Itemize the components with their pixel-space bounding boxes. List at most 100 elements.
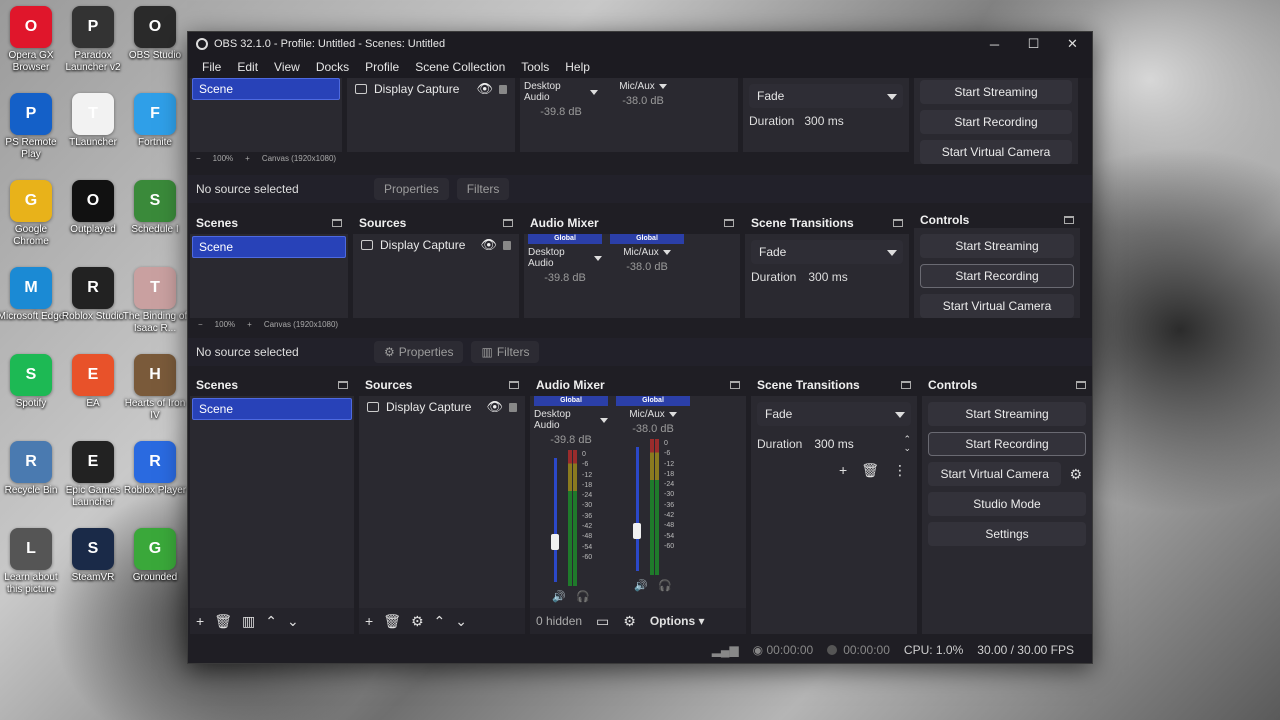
meter-tick-label: -48 [664,522,675,530]
desktop-shortcut[interactable]: E Epic Games Launcher [58,441,128,509]
menu-help[interactable]: Help [557,60,598,74]
desktop-shortcut[interactable]: O OBS Studio [120,6,190,62]
scene-filters-icon[interactable]: ▥ [242,613,255,630]
desktop-shortcut-label: Grounded [132,572,178,583]
desktop-shortcut[interactable]: G Grounded [120,528,190,584]
studio-mode-button[interactable]: Studio Mode [928,492,1086,516]
mixer-options-button[interactable]: Options ▾ [650,614,705,628]
desktop-shortcut[interactable]: R Roblox Studio [58,267,128,323]
duration-spinner[interactable]: ⌃ ⌄ [903,435,911,453]
desktop-shortcut[interactable]: R Roblox Player [120,441,190,497]
desktop-shortcut[interactable]: T The Binding of Isaac R... [120,267,190,335]
start-recording-button[interactable]: Start Recording [928,432,1086,456]
start-streaming-button[interactable]: Start Streaming [928,402,1086,426]
duration-input[interactable]: 300 ms [814,432,899,456]
filters-button[interactable]: ▥ Filters [471,341,540,363]
channel-name-dropdown[interactable]: Mic/Aux [629,409,677,420]
mixer-channel-desktop: Global Desktop Audio -39.8 dB 0 -6 -12 -18 -… [534,396,608,603]
menu-profile[interactable]: Profile [357,60,407,74]
transition-select[interactable]: Fade [757,402,911,426]
channel-name-dropdown[interactable]: Desktop Audio [534,409,608,431]
maximize-button[interactable]: ☐ [1014,32,1053,56]
global-badge: Global [534,396,608,406]
meter-tick-label: -48 [582,533,593,541]
start-virtual-camera-button[interactable]: Start Virtual Camera [928,462,1062,486]
dock-float-icon[interactable] [1076,381,1086,389]
menu-file[interactable]: File [194,60,229,74]
source-item[interactable]: Display Capture 👁 [359,396,525,418]
monitor-headphones-icon[interactable]: 🎧 [658,579,672,592]
speaker-icon[interactable]: 🔊 [634,579,648,592]
menu-bar: File Edit View Docks Profile Scene Colle… [188,56,1092,78]
menu-edit[interactable]: Edit [229,60,266,74]
more-options-icon[interactable]: ⋮ [893,462,907,479]
move-up-icon[interactable]: ⌃ [265,613,277,630]
desktop-shortcut[interactable]: M Microsoft Edge [0,267,66,323]
move-down-icon[interactable]: ⌄ [455,613,467,630]
desktop-shortcut[interactable]: S SteamVR [58,528,128,584]
virtual-camera-settings-icon[interactable]: ⚙ [1069,466,1082,483]
desktop-shortcut[interactable]: R Recycle Bin [0,441,66,497]
add-transition-icon[interactable]: + [839,462,847,479]
meter-ticks: 0 -6 -12 -18 -24 -30 -36 -42 -48 -54 -60 [664,439,674,552]
settings-button[interactable]: Settings [928,522,1086,546]
volume-knob[interactable] [551,534,559,550]
global-badge: Global [616,396,690,406]
advanced-audio-icon[interactable]: ⚙ [623,613,636,630]
volume-slider[interactable] [636,447,639,571]
menu-view[interactable]: View [266,60,308,74]
desktop-shortcut-label: SteamVR [71,572,115,583]
layout-icon[interactable]: ▭ [596,613,609,630]
desktop-shortcut[interactable]: T TLauncher [58,93,128,149]
minimize-button[interactable]: ─ [975,32,1014,56]
desktop-shortcut[interactable]: F Fortnite [120,93,190,149]
remove-transition-icon[interactable]: 🗑 [861,462,879,479]
desktop-shortcut[interactable]: S Spotify [0,354,66,410]
dock-float-icon[interactable] [730,381,740,389]
meter-ticks: 0 -6 -12 -18 -24 -30 -36 -42 -48 -54 -60 [582,450,592,563]
monitor-headphones-icon[interactable]: 🎧 [576,590,590,603]
desktop-shortcut[interactable]: E EA [58,354,128,410]
desktop-shortcut-label: Google Chrome [13,224,49,247]
move-down-icon[interactable]: ⌄ [287,613,299,630]
remove-scene-icon[interactable]: 🗑 [214,613,232,630]
desktop-shortcut[interactable]: S Schedule I [120,180,190,236]
add-scene-icon[interactable]: + [196,613,204,629]
title-bar[interactable]: OBS 32.1.0 - Profile: Untitled - Scenes:… [188,32,1092,56]
recycle-bin-icon: R [10,441,52,483]
source-properties-icon[interactable]: ⚙ [411,613,424,630]
filter-icon: ▥ [481,345,493,359]
menu-docks[interactable]: Docks [308,60,357,74]
desktop-shortcut[interactable]: O Opera GX Browser [0,6,66,74]
controls-dock: Controls Start Streaming Start Recording… [922,374,1092,634]
lock-icon[interactable] [509,402,517,412]
visibility-eye-icon[interactable]: 👁 [486,399,503,415]
desktop-shortcut[interactable]: P PS Remote Play [0,93,66,161]
dock-float-icon[interactable] [901,381,911,389]
record-timer: 00:00:00 [827,643,890,657]
scene-item[interactable]: Scene [192,398,352,420]
desktop-shortcut-label: Recycle Bin [4,485,58,496]
add-source-icon[interactable]: + [365,613,373,629]
volume-knob[interactable] [633,523,641,539]
menu-scene-collection[interactable]: Scene Collection [407,60,513,74]
properties-button[interactable]: ⚙ Properties [374,341,464,363]
move-up-icon[interactable]: ⌃ [434,613,446,630]
ghost-source-item: Display Capture 👁 [347,78,515,100]
desktop-shortcut[interactable]: O Outplayed [58,180,128,236]
desktop-shortcut-label: Fortnite [138,137,172,148]
menu-tools[interactable]: Tools [513,60,557,74]
channel-db: -39.8 dB [550,434,592,446]
speaker-icon[interactable]: 🔊 [552,590,566,603]
chevron-down-icon [668,412,677,417]
dock-float-icon[interactable] [509,381,519,389]
desktop-shortcut[interactable]: H Hearts of Iron IV [120,354,190,422]
close-button[interactable]: ✕ [1053,32,1092,56]
desktop-shortcut[interactable]: P Paradox Launcher v2 [58,6,128,74]
desktop-shortcut[interactable]: G Google Chrome [0,180,66,248]
desktop-shortcut-label: Opera GX Browser [8,50,54,73]
dock-float-icon[interactable] [338,381,348,389]
volume-slider[interactable] [554,458,557,582]
remove-source-icon[interactable]: 🗑 [383,613,401,630]
desktop-shortcut[interactable]: L Learn about this picture [0,528,66,596]
